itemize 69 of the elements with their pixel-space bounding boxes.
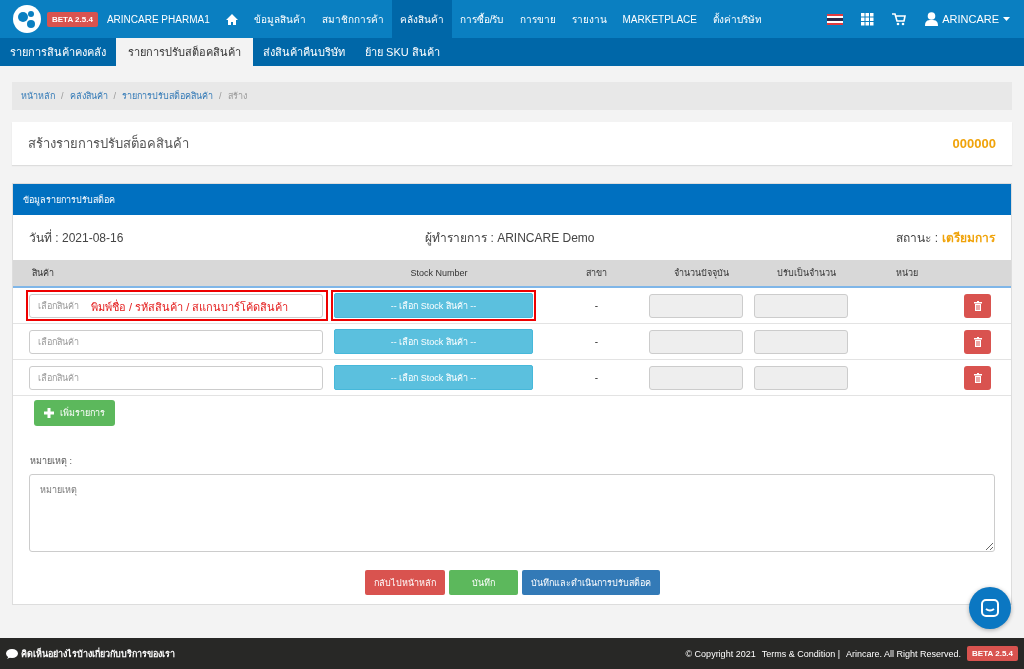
column-header: ปรับเป็นจำนวน (776, 266, 837, 280)
breadcrumb-link[interactable]: หน้าหลัก (21, 89, 55, 103)
nav-menu-item[interactable]: ตั้งค่าบริษัท (704, 0, 770, 38)
logo-icon (13, 5, 41, 33)
copyright-text: © Copyright 2021 (685, 648, 756, 659)
nav-menu-item[interactable]: การขาย (511, 0, 564, 38)
feedback-link[interactable]: คิดเห็นอย่างไรบ้างเกี่ยวกับบริการของเรา (6, 646, 175, 661)
product-field[interactable]: เลือกสินค้า (29, 365, 323, 390)
nav-menu-item[interactable]: MARKETPLACE (614, 0, 705, 38)
document-number: 000000 (952, 136, 996, 151)
action-button[interactable]: กลับไปหน้าหลัก (364, 570, 445, 595)
delete-button[interactable] (964, 329, 991, 354)
column-header: จำนวนปัจจุบัน (673, 267, 730, 280)
column-header: สินค้า (31, 267, 55, 280)
sub-nav-tab[interactable]: รายการปรับสต็อคสินค้า (116, 38, 253, 66)
version-badge: BETA 2.5.4 (967, 646, 1018, 661)
comment-icon (6, 648, 18, 659)
creator-text: ผู้ทำรายการ : ARINCARE Demo (425, 230, 595, 247)
nav-menu-item[interactable]: คลังสินค้า (391, 0, 452, 38)
trash-icon (973, 336, 982, 347)
column-header: สาขา (585, 267, 608, 280)
remarks-label: หมายเหตุ : (30, 455, 73, 468)
breadcrumb-link[interactable]: รายการปรับสต็อคสินค้า (122, 89, 214, 103)
trash-icon (973, 372, 982, 383)
user-icon (925, 12, 939, 26)
sub-nav-tab[interactable]: รายการสินค้าคงคลัง (0, 38, 116, 66)
flag-icon (827, 13, 844, 25)
rights-text: Arincare. All Right Reserved. (846, 648, 962, 659)
nav-menu-item[interactable]: สมาชิกการค้า (313, 0, 392, 38)
nav-menu-item[interactable]: การซื้อ/รับ (451, 0, 512, 38)
product-field[interactable]: เลือกสินค้า (29, 329, 323, 354)
branch-cell-text: - (593, 336, 600, 347)
caret-icon (1003, 17, 1010, 21)
branch-cell-text: - (593, 372, 600, 383)
column-header: หน่วย (894, 267, 919, 280)
cart-icon (892, 12, 907, 26)
sub-nav-tab[interactable]: ส่งสินค้าคืนบริษัท (253, 38, 355, 66)
home-icon (225, 13, 238, 25)
nav-menu-item[interactable]: รายงาน (563, 0, 615, 38)
action-button[interactable]: บันทึกและดำเนินการปรับสต็อค (521, 570, 660, 595)
sub-nav-tab[interactable]: ย้าย SKU สินค้า (355, 38, 450, 66)
trash-icon (973, 300, 982, 311)
breadcrumb-link[interactable]: คลังสินค้า (69, 89, 108, 103)
delete-button[interactable] (964, 365, 991, 390)
chat-icon (981, 599, 999, 617)
breadcrumb-separator: / (61, 91, 64, 101)
plus-icon (44, 408, 54, 418)
user-menu[interactable]: ARINCARE (915, 12, 1024, 26)
breadcrumb-separator: / (219, 91, 222, 101)
breadcrumb-separator: / (113, 91, 117, 101)
add-item-button[interactable]: เพิ่มรายการ (34, 400, 115, 426)
date-text: วันที่ : 2021-08-16 (29, 228, 124, 247)
chat-button[interactable] (969, 587, 1011, 629)
nav-menu-item[interactable]: ข้อมูลสินค้า (245, 0, 314, 38)
column-header: Stock Number (409, 268, 469, 278)
action-button[interactable]: บันทึก (448, 570, 518, 595)
page-title: สร้างรายการปรับสต็อคสินค้า (28, 133, 189, 153)
brand-name[interactable]: ARINCARE PHARMA1 (106, 13, 210, 25)
remarks-field[interactable]: หมายเหตุ (29, 474, 995, 552)
branch-cell-text: - (593, 300, 600, 311)
panel-header: ข้อมูลรายการปรับสต็อค (13, 184, 1011, 215)
annotation-text: พิมพ์ชื่อ / รหัสสินค้า / สแกนบาร์โค้ดสินค้า (91, 298, 289, 315)
terms-link[interactable]: Terms & Condition | (761, 648, 841, 659)
delete-button[interactable] (964, 293, 991, 318)
version-badge: BETA 2.5.4 (47, 11, 98, 27)
status-label: สถานะ : (896, 230, 938, 247)
breadcrumb-current: สร้าง (227, 90, 247, 103)
status-value: เตรียมการ (942, 230, 995, 247)
grid-icon (861, 12, 875, 26)
